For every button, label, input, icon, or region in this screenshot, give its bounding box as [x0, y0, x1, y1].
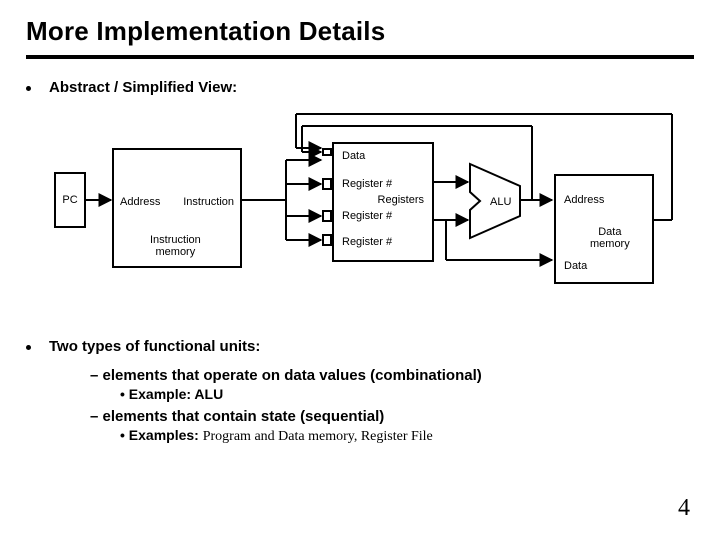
data-memory-block: Address Data memory Data	[554, 174, 654, 284]
bullet-twotypes-text: Two types of functional units:	[49, 338, 260, 355]
instruction-memory-block: Address Instruction Instruction memory	[112, 148, 242, 268]
bullet-abstract-text: Abstract / Simplified View:	[49, 79, 237, 96]
sub-combinational: elements that operate on data values (co…	[90, 367, 694, 384]
sub-sequential-example-rest: Program and Data memory, Register File	[203, 429, 433, 444]
dmem-address-label: Address	[564, 194, 604, 206]
title-rule	[26, 55, 694, 59]
sub-combinational-example: Example: ALU	[120, 386, 694, 402]
bullet-twotypes: Two types of functional units:	[26, 338, 694, 355]
sub-sequential-text: elements that contain state (sequential)	[103, 408, 385, 425]
imem-address-label: Address	[120, 196, 160, 208]
page-number: 4	[678, 495, 690, 522]
sub-combinational-example-text: Example: ALU	[129, 386, 223, 402]
sub-sequential-example-lead: Examples:	[129, 427, 203, 443]
sub-sequential: elements that contain state (sequential)	[90, 408, 694, 425]
regfile-port-icon	[322, 210, 332, 222]
dmem-data-label: Data	[564, 260, 587, 272]
alu-block: ALU	[468, 162, 522, 240]
regfile-port-icon	[322, 148, 332, 156]
dmem-name-label: Data memory	[590, 226, 630, 250]
bullet-dot-small-icon	[120, 386, 129, 402]
regfile-r1-label: Register #	[342, 178, 392, 190]
dash-icon	[90, 367, 103, 384]
regfile-r3-label: Register #	[342, 236, 392, 248]
pc-label: PC	[62, 194, 77, 206]
regfile-data-label: Data	[342, 150, 365, 162]
bullet-dot-icon	[26, 86, 31, 91]
regfile-name-label: Registers	[378, 194, 424, 206]
sub-combinational-text: elements that operate on data values (co…	[103, 367, 482, 384]
imem-name-label: Instruction memory	[150, 234, 201, 258]
bullet-dot-icon	[26, 345, 31, 350]
bullet-dot-small-icon	[120, 427, 129, 443]
regfile-port-icon	[322, 178, 332, 190]
slide-title: More Implementation Details	[26, 16, 694, 47]
imem-instruction-label: Instruction	[183, 196, 234, 208]
slide: More Implementation Details Abstract / S…	[0, 0, 720, 540]
datapath-diagram: PC Address Instruction Instruction memor…	[40, 108, 680, 308]
pc-block: PC	[54, 172, 86, 228]
sub-sequential-example: Examples: Program and Data memory, Regis…	[120, 427, 694, 445]
register-file-block: Data Register # Registers Register # Reg…	[332, 142, 434, 262]
alu-label: ALU	[490, 196, 511, 208]
regfile-r2-label: Register #	[342, 210, 392, 222]
regfile-port-icon	[322, 234, 332, 246]
bullet-abstract: Abstract / Simplified View:	[26, 79, 694, 96]
dash-icon	[90, 408, 103, 425]
